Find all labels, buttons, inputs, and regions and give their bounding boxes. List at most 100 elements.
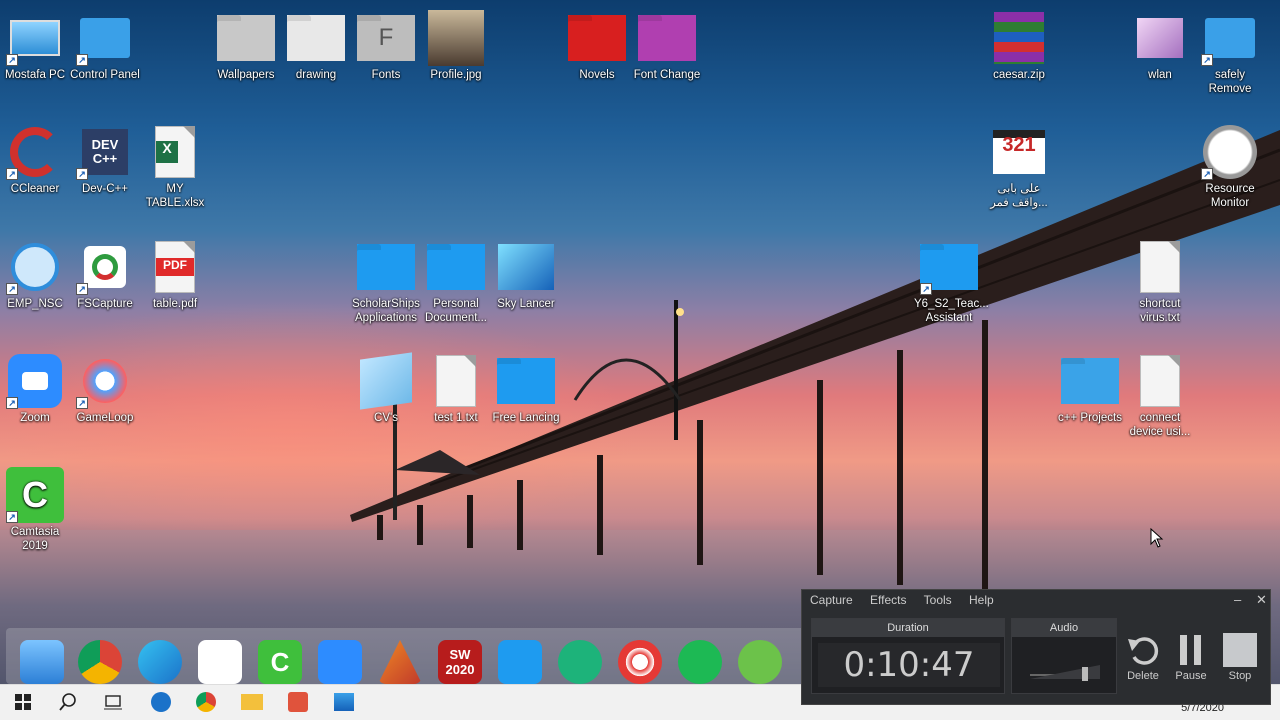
dock-spotify-icon[interactable] xyxy=(678,640,722,684)
desktop-icon-caesar-zip[interactable]: caesar.zip xyxy=(984,10,1054,82)
winrar-archive-icon xyxy=(990,10,1048,66)
icon-label: FSCapture xyxy=(77,298,133,310)
desktop-icon-fonts[interactable]: F Fonts xyxy=(351,10,421,82)
dock-solidworks-icon[interactable]: SW 2020 xyxy=(438,640,482,684)
icon-label: Resource Monitor xyxy=(1205,183,1255,209)
menu-help[interactable]: Help xyxy=(969,593,994,607)
desktop-icon-sky-lancer[interactable]: Sky Lancer xyxy=(491,239,561,311)
desktop-icon-table-pdf[interactable]: PDF table.pdf xyxy=(140,239,210,311)
icon-label: EMP_NSC xyxy=(7,298,63,310)
audio-volume-slider[interactable] xyxy=(1012,637,1118,693)
desktop-icon-321-video[interactable]: 321 علی بابی واقف فمر... xyxy=(984,124,1054,210)
icon-label: Zoom xyxy=(20,412,50,424)
search-button[interactable] xyxy=(45,684,91,720)
desktop-icon-font-change[interactable]: Font Change xyxy=(632,10,702,82)
desktop-icon-mostafa-pc[interactable]: ↗ Mostafa PC xyxy=(0,10,70,82)
desktop-icon-dev-cpp[interactable]: DEV C++ ↗ Dev-C++ xyxy=(70,124,140,196)
icon-label: Mostafa PC xyxy=(4,69,66,81)
folder-icon xyxy=(497,353,555,409)
icon-label: caesar.zip xyxy=(993,69,1045,81)
menu-effects[interactable]: Effects xyxy=(870,593,906,607)
desktop-icon-shortcut-virus-txt[interactable]: shortcut virus.txt xyxy=(1125,239,1195,325)
menu-tools[interactable]: Tools xyxy=(924,593,952,607)
desktop-icon-novels[interactable]: Novels xyxy=(562,10,632,82)
photos-icon xyxy=(334,693,354,711)
desktop-icon-personal-documents[interactable]: Personal Document... xyxy=(421,239,491,325)
taskbar-edge[interactable] xyxy=(138,684,184,720)
desktop-icon-test-1-txt[interactable]: test 1.txt xyxy=(421,353,491,425)
icon-label: MY TABLE.xlsx xyxy=(145,183,205,209)
dock-zoom-icon[interactable] xyxy=(318,640,362,684)
fscapture-icon: ↗ xyxy=(76,239,134,295)
audio-label: Audio xyxy=(1012,619,1116,637)
search-icon xyxy=(59,693,76,711)
undo-icon xyxy=(1128,637,1159,665)
icon-label: table.pdf xyxy=(152,298,198,310)
control-panel-icon: ↗ xyxy=(76,10,134,66)
desktop-icon-y6-assistant[interactable]: ↗ Y6_S2_Teac... Assistant xyxy=(914,239,989,325)
desktop-icon-drawing[interactable]: drawing xyxy=(281,10,351,82)
icon-label: Novels xyxy=(579,69,615,81)
mouse-cursor-icon xyxy=(1150,528,1164,548)
desktop-icon-free-lancing[interactable]: Free Lancing xyxy=(491,353,561,425)
icon-label: Wallpapers xyxy=(217,69,275,81)
wlan-icon xyxy=(1131,10,1189,66)
close-icon[interactable]: ✕ xyxy=(1256,592,1267,608)
dock-chrome-icon[interactable] xyxy=(78,640,122,684)
desktop-icon-cpp-projects[interactable]: c++ Projects xyxy=(1055,353,1125,425)
dock-utorrent-icon[interactable] xyxy=(738,640,782,684)
duration-label: Duration xyxy=(812,619,1004,637)
dock-book-folder-icon[interactable] xyxy=(498,640,542,684)
gameloop-icon: ↗ xyxy=(76,353,134,409)
pdf-file-icon: PDF xyxy=(146,239,204,295)
dock-document-app-icon[interactable] xyxy=(558,640,602,684)
desktop-icon-profile-jpg[interactable]: Profile.jpg xyxy=(421,10,491,82)
dock-spiral-app-icon[interactable] xyxy=(618,640,662,684)
desktop-icon-wlan[interactable]: wlan xyxy=(1125,10,1195,82)
start-button[interactable] xyxy=(0,684,46,720)
camtasia-icon: C ↗ xyxy=(6,467,64,523)
folder-icon xyxy=(357,239,415,295)
desktop-icon-resource-monitor[interactable]: ↗ Resource Monitor xyxy=(1195,124,1265,210)
pause-icon xyxy=(1180,635,1201,665)
desktop-icon-emp-nsc[interactable]: ↗ EMP_NSC xyxy=(0,239,70,311)
desktop-icon-gameloop[interactable]: ↗ GameLoop xyxy=(70,353,140,425)
icon-label: Control Panel xyxy=(70,69,140,81)
desktop-icon-zoom[interactable]: ↗ Zoom xyxy=(0,353,70,425)
minimize-icon[interactable]: – xyxy=(1234,592,1241,607)
desktop-icon-wallpapers[interactable]: Wallpapers xyxy=(211,10,281,82)
pause-label: Pause xyxy=(1175,670,1207,682)
zoom-icon: ↗ xyxy=(6,353,64,409)
desktop-icon-control-panel[interactable]: ↗ Control Panel xyxy=(70,10,140,82)
desktop-icon-cvs[interactable]: CV's xyxy=(351,352,421,425)
icon-label: علی بابی واقف فمر... xyxy=(990,183,1048,209)
stop-label: Stop xyxy=(1228,670,1252,682)
desktop-icon-connect-device[interactable]: connect device usi... xyxy=(1125,353,1195,439)
taskbar-chrome[interactable] xyxy=(183,684,229,720)
folder-icon xyxy=(217,10,275,66)
desktop-icon-scholarships[interactable]: ScholarShips Applications xyxy=(351,239,421,325)
desktop-icon-my-table-xlsx[interactable]: X MY TABLE.xlsx xyxy=(140,124,210,210)
book-folder-icon: ↗ xyxy=(920,239,978,295)
menu-capture[interactable]: Capture xyxy=(810,593,853,607)
delete-button[interactable]: Delete xyxy=(1120,630,1166,682)
taskbar-file-explorer[interactable] xyxy=(229,684,275,720)
icon-label: test 1.txt xyxy=(434,412,478,424)
taskbar-camtasia[interactable] xyxy=(275,684,321,720)
dock-computer-icon[interactable] xyxy=(20,640,64,684)
desktop-icon-camtasia[interactable]: C ↗ Camtasia 2019 xyxy=(0,467,70,553)
computer-icon: ↗ xyxy=(6,10,64,66)
dock-edge-icon[interactable] xyxy=(138,640,182,684)
pause-button[interactable]: Pause xyxy=(1168,630,1214,682)
emp-nsc-icon: ↗ xyxy=(6,239,64,295)
stop-button[interactable]: Stop xyxy=(1217,630,1263,682)
taskbar-photos[interactable] xyxy=(321,684,367,720)
desktop-icon-fscapture[interactable]: ↗ FSCapture xyxy=(70,239,140,311)
desktop-icon-ccleaner[interactable]: ↗ CCleaner xyxy=(0,124,70,196)
icon-label: Personal Document... xyxy=(425,298,487,324)
task-view-button[interactable] xyxy=(90,684,136,720)
desktop-icon-safely-remove[interactable]: ↗ safely Remove xyxy=(1195,10,1265,96)
dock-fscapture-icon[interactable] xyxy=(198,640,242,684)
windows-logo-icon xyxy=(15,694,31,710)
cv-folder-icon xyxy=(357,352,415,410)
